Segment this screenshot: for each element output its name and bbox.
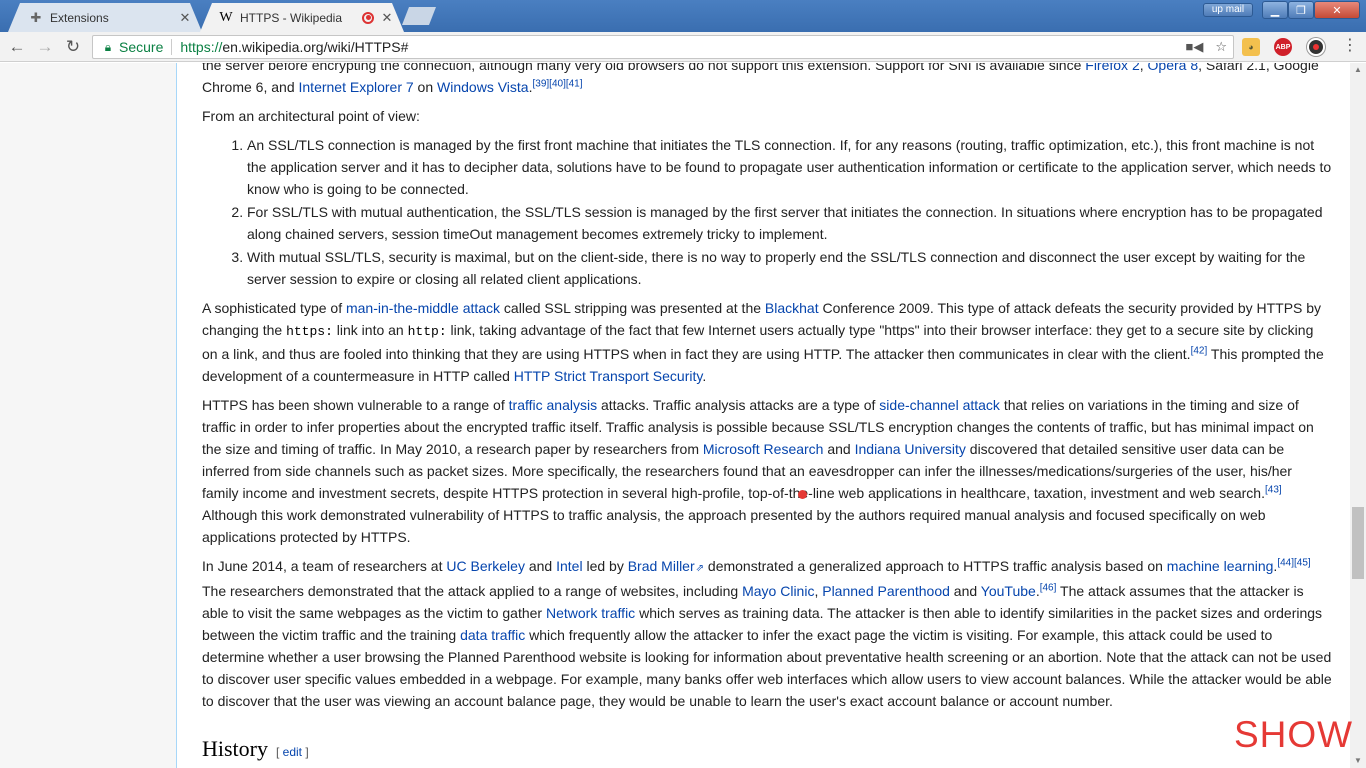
text: . <box>702 368 707 384</box>
link-blackhat[interactable]: Blackhat <box>765 300 819 316</box>
text: link into an <box>332 322 408 338</box>
paragraph-sni: the server before encrypting the connect… <box>202 63 1332 98</box>
maximize-button[interactable]: ❐ <box>1288 1 1314 19</box>
vertical-scrollbar[interactable]: ▲ ▼ <box>1350 63 1366 768</box>
new-tab-button[interactable] <box>402 7 436 25</box>
link-internet-explorer[interactable]: Internet Explorer 7 <box>299 79 414 95</box>
text: and <box>949 583 981 599</box>
record-icon[interactable] <box>1307 38 1325 56</box>
divider <box>171 39 173 55</box>
minimize-button[interactable]: ▁ <box>1262 1 1288 19</box>
code-https: https: <box>286 324 333 339</box>
link-machine-learning[interactable]: machine learning <box>1167 558 1274 574</box>
link-opera[interactable]: Opera 8 <box>1148 63 1199 73</box>
text: HTTPS has been shown vulnerable to a ran… <box>202 397 509 413</box>
text: demonstrated a generalized approach to H… <box>704 558 1167 574</box>
text: the server before encrypting the connect… <box>202 63 1086 73</box>
text: and <box>823 441 855 457</box>
secure-label: Secure <box>119 39 164 55</box>
text: attacks. Traffic analysis attacks are a … <box>597 397 880 413</box>
wikipedia-w-icon: W <box>219 9 233 25</box>
section-heading-history: History [ edit ] <box>202 738 1332 763</box>
reload-icon[interactable]: ↻ <box>63 37 83 57</box>
page-viewport: the server before encrypting the connect… <box>0 63 1366 768</box>
paragraph-2014-research: In June 2014, a team of researchers at U… <box>202 555 1332 712</box>
scroll-up-arrow-icon[interactable]: ▲ <box>1350 63 1366 77</box>
bookmark-star-icon[interactable]: ☆ <box>1215 39 1227 55</box>
text: A sophisticated type of <box>202 300 346 316</box>
link-brad-miller[interactable]: Brad Miller <box>628 558 704 574</box>
text: and <box>524 558 557 574</box>
honey-icon[interactable]: ◕ <box>1242 38 1260 56</box>
link-uc-berkeley[interactable]: UC Berkeley <box>446 558 525 574</box>
citation-link[interactable]: [42] <box>1191 345 1208 356</box>
link-intel[interactable]: Intel <box>556 558 582 574</box>
url-scheme: https:// <box>180 39 223 55</box>
window-user-badge[interactable]: up mail <box>1203 3 1253 17</box>
link-planned-parenthood[interactable]: Planned Parenthood <box>822 583 950 599</box>
address-bar[interactable]: 🔒︎ Secure https://en.wikipedia.org/wiki/… <box>92 35 1234 59</box>
edit-link[interactable]: edit <box>283 745 302 759</box>
link-mayo-clinic[interactable]: Mayo Clinic <box>742 583 814 599</box>
link-traffic-analysis[interactable]: traffic analysis <box>509 397 597 413</box>
scroll-down-arrow-icon[interactable]: ▼ <box>1350 754 1366 768</box>
text: called SSL stripping was presented at th… <box>500 300 765 316</box>
tab-title: Extensions <box>50 10 109 25</box>
citation-link[interactable]: [44][45] <box>1277 557 1310 568</box>
arch-intro: From an architectural point of view: <box>202 108 420 124</box>
article-content: the server before encrypting the connect… <box>176 63 1350 768</box>
link-mitm-attack[interactable]: man-in-the-middle attack <box>346 300 500 316</box>
tab-extensions[interactable]: ✚ Extensions ✕ <box>8 3 202 32</box>
edit-section: [ edit ] <box>276 745 309 759</box>
text: In June 2014, a team of researchers at <box>202 558 447 574</box>
tab-title: HTTPS - Wikipedia <box>240 10 343 25</box>
list-item: With mutual SSL/TLS, security is maximal… <box>247 246 1332 290</box>
adblock-plus-icon[interactable]: ABP <box>1274 38 1292 56</box>
show-watermark: SHOW <box>1234 714 1354 755</box>
close-tab-icon[interactable]: ✕ <box>178 10 192 26</box>
citation-link[interactable]: [43] <box>1265 484 1282 495</box>
code-http: http: <box>407 324 447 339</box>
paragraph-traffic-analysis: HTTPS has been shown vulnerable to a ran… <box>202 394 1332 548</box>
text: on <box>413 79 438 95</box>
citation-link[interactable]: [46] <box>1040 582 1057 593</box>
link-side-channel-attack[interactable]: side-channel attack <box>879 397 1000 413</box>
camera-icon[interactable]: ■◀ <box>1185 39 1203 55</box>
lock-icon: 🔒︎ <box>104 39 112 54</box>
recording-icon <box>362 12 374 24</box>
close-window-button[interactable]: ✕ <box>1314 1 1360 19</box>
link-firefox[interactable]: Firefox 2 <box>1085 63 1139 73</box>
text: Although this work demonstrated vulnerab… <box>202 507 1266 545</box>
text: , <box>1139 63 1148 73</box>
link-windows-vista[interactable]: Windows Vista <box>437 79 529 95</box>
browser-toolbar: ← → ↻ 🔒︎ Secure https://en.wikipedia.org… <box>0 32 1366 62</box>
scrollbar-thumb[interactable] <box>1352 507 1364 579</box>
close-tab-icon[interactable]: ✕ <box>380 10 394 26</box>
citation-link[interactable]: [39][40][41] <box>532 78 582 89</box>
link-youtube[interactable]: YouTube <box>981 583 1036 599</box>
tab-https-wikipedia[interactable]: W HTTPS - Wikipedia ✕ <box>200 3 404 32</box>
chrome-menu-icon[interactable]: ⋮ <box>1340 36 1360 56</box>
link-hsts[interactable]: HTTP Strict Transport Security <box>514 368 703 384</box>
link-network-traffic[interactable]: Network traffic <box>546 605 635 621</box>
forward-arrow-icon[interactable]: → <box>35 37 55 57</box>
cursor-marker-icon <box>798 490 807 499</box>
link-data-traffic[interactable]: data traffic <box>460 627 525 643</box>
url-path: en.wikipedia.org/wiki/HTTPS# <box>222 39 409 55</box>
paragraph-ssl-stripping: A sophisticated type of man-in-the-middl… <box>202 297 1332 387</box>
arch-list: An SSL/TLS connection is managed by the … <box>247 134 1332 290</box>
text: The researchers demonstrated that the at… <box>202 583 743 599</box>
text: led by <box>582 558 628 574</box>
window-titlebar: ✚ Extensions ✕ W HTTPS - Wikipedia ✕ up … <box>0 0 1366 32</box>
back-arrow-icon[interactable]: ← <box>7 37 27 57</box>
list-item: For SSL/TLS with mutual authentication, … <box>247 201 1332 245</box>
link-indiana-university[interactable]: Indiana University <box>855 441 966 457</box>
heading-text: History <box>202 736 268 761</box>
puzzle-icon: ✚ <box>30 9 42 25</box>
list-item: An SSL/TLS connection is managed by the … <box>247 134 1332 200</box>
link-microsoft-research[interactable]: Microsoft Research <box>703 441 824 457</box>
